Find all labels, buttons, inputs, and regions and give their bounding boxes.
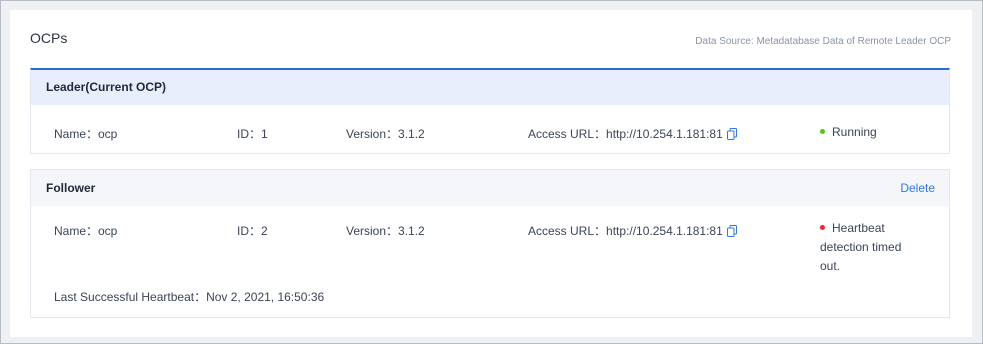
leader-name: Name：ocp <box>54 127 118 141</box>
follower-access-url-text: Access URL：http://10.254.1.181:81 <box>528 224 723 238</box>
leader-card: Leader(Current OCP) Name：ocp ID：1 Versio… <box>30 68 950 154</box>
follower-status-line2: detection timed <box>820 240 902 254</box>
follower-card: Follower Delete Name：ocp ID：2 Version：3.… <box>30 169 950 318</box>
leader-status: Running <box>820 125 877 139</box>
follower-access-url: Access URL：http://10.254.1.181:81 <box>528 222 737 240</box>
follower-status-line3: out. <box>820 259 841 273</box>
leader-id: ID：1 <box>237 127 268 141</box>
leader-version: Version：3.1.2 <box>346 127 425 141</box>
leader-card-header: Leader(Current OCP) <box>31 70 949 105</box>
follower-status-line1: Heartbeat <box>832 221 885 235</box>
status-dot-icon <box>820 129 825 134</box>
data-source-note: Data Source: Metadatabase Data of Remote… <box>695 36 951 47</box>
follower-name: Name：ocp <box>54 224 118 238</box>
follower-card-header: Follower Delete <box>31 170 949 206</box>
delete-button[interactable]: Delete <box>900 170 935 206</box>
page-title: OCPs <box>30 30 68 46</box>
status-dot-icon <box>820 225 825 230</box>
follower-version: Version：3.1.2 <box>346 224 425 238</box>
follower-id: ID：2 <box>237 224 268 238</box>
follower-status: Heartbeat detection timed out. <box>820 219 901 276</box>
leader-access-url: Access URL：http://10.254.1.181:81 <box>528 125 737 143</box>
follower-last-heartbeat: Last Successful Heartbeat：Nov 2, 2021, 1… <box>54 290 325 304</box>
copy-icon[interactable] <box>726 225 737 240</box>
ocps-panel: OCPs Data Source: Metadatabase Data of R… <box>10 10 972 337</box>
follower-card-title: Follower <box>46 181 96 195</box>
copy-icon[interactable] <box>726 128 737 143</box>
leader-status-text: Running <box>832 125 877 139</box>
leader-access-url-text: Access URL：http://10.254.1.181:81 <box>528 127 723 141</box>
